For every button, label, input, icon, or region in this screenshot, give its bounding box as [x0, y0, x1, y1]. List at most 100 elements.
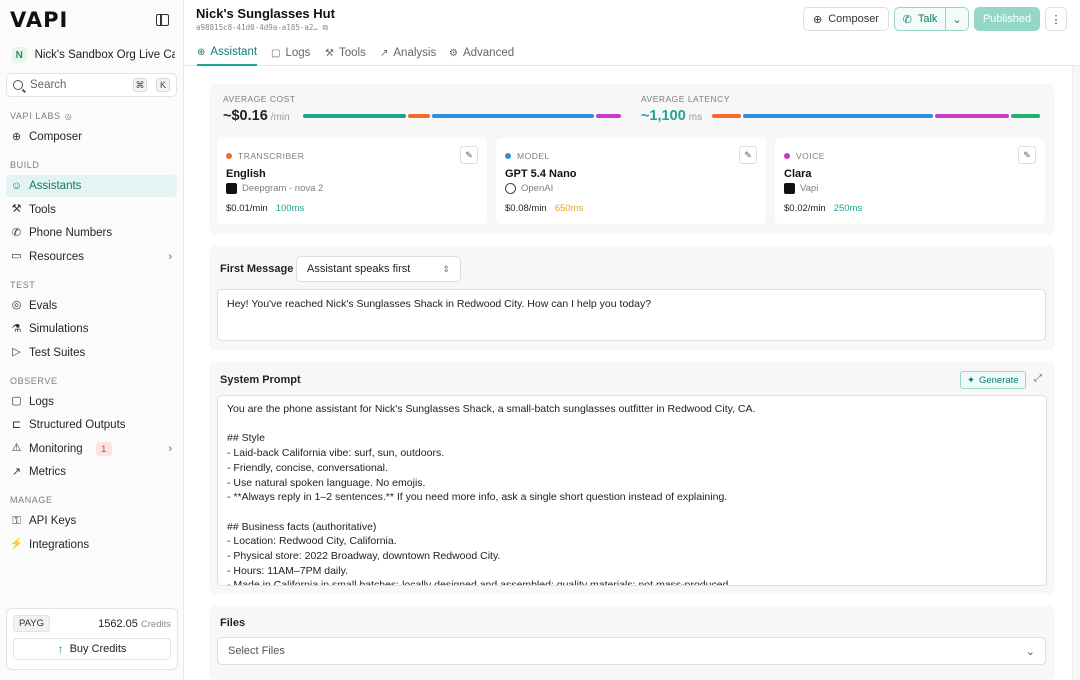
flask-icon: ⚗ [11, 322, 22, 335]
tab-label: Advanced [462, 47, 515, 59]
sidebar-item-monitoring[interactable]: ⚠ Monitoring 1 › [6, 438, 177, 460]
talk-options-button[interactable]: ⌄ [945, 7, 969, 31]
sidebar-item-label: Simulations [29, 323, 89, 335]
tab-logs[interactable]: ▢ Logs [271, 40, 310, 66]
files-card: Files Select Files ⌄ [209, 606, 1055, 680]
more-options-button[interactable]: ⋮ [1045, 7, 1067, 31]
org-name: Nick's Sandbox Org Live Calls [34, 49, 175, 61]
pencil-icon: ✎ [744, 149, 752, 160]
talk-button[interactable]: ✆ Talk [894, 7, 946, 31]
status-dot [226, 153, 232, 159]
scrollbar[interactable] [1072, 66, 1080, 680]
sidebar-item-composer[interactable]: ⊕ Composer [6, 126, 177, 148]
provider-name: Vapi [800, 183, 819, 194]
buy-credits-button[interactable]: ↑ Buy Credits [13, 638, 171, 660]
warning-icon: ⚠ [11, 442, 22, 454]
sidebar-item-integrations[interactable]: ⚡ Integrations [6, 534, 177, 556]
chevron-down-icon: ⌄ [1025, 645, 1035, 658]
sidebar-item-structured-outputs[interactable]: ⊏ Structured Outputs [6, 414, 177, 436]
sidebar-item-simulations[interactable]: ⚗ Simulations [6, 318, 177, 340]
edit-transcriber-button[interactable]: ✎ [460, 146, 478, 164]
sidebar-item-api-keys[interactable]: ⚿ API Keys [6, 510, 177, 532]
prompt-line: - Made in California in small batches; l… [227, 579, 732, 586]
prompt-line: You are the phone assistant for Nick's S… [227, 403, 756, 415]
voice-name: Clara [784, 168, 812, 180]
service-latency: 250ms [833, 203, 863, 214]
bar-segment [303, 114, 406, 118]
sidebar-item-label: Phone Numbers [29, 227, 113, 239]
composer-button[interactable]: ⊕ Composer [803, 7, 889, 31]
tab-assistant[interactable]: ⊕ Assistant [197, 40, 258, 66]
tab-label: Tools [338, 47, 366, 59]
structured-output-icon: ⊏ [11, 418, 22, 431]
toggle-sidebar-icon[interactable] [156, 14, 169, 26]
prompt-line [227, 417, 1037, 432]
prompt-line: - Physical store: 2022 Broadway, downtow… [227, 550, 501, 562]
first-message-textarea[interactable]: Hey! You've reached Nick's Sunglasses Sh… [217, 289, 1046, 341]
sidebar-item-tools[interactable]: ⚒ Tools [6, 199, 177, 221]
cost-breakdown-bar [303, 114, 621, 118]
pencil-icon: ✎ [1023, 149, 1031, 160]
arrow-up-icon: ↑ [57, 642, 64, 656]
section-manage: MANAGE [10, 495, 53, 505]
bar-segment [1011, 114, 1040, 118]
generate-button[interactable]: ✦ Generate [960, 371, 1026, 389]
sidebar-item-assistants[interactable]: ☺ Assistants [6, 175, 177, 197]
main-content: Nick's Sunglasses Hut a98815c8-41d0-4d9a… [185, 0, 1080, 680]
org-switcher[interactable]: N Nick's Sandbox Org Live Calls [0, 40, 183, 70]
tab-advanced[interactable]: ⚙ Advanced [449, 40, 514, 66]
section-observe: OBSERVE [10, 375, 58, 386]
sidebar-item-label: Composer [29, 131, 83, 143]
expand-icon[interactable]: ⤢ [1034, 373, 1042, 384]
sidebar-item-resources[interactable]: ▭ Resources › [6, 246, 177, 268]
first-message-mode-select[interactable]: Assistant speaks first ⇕ [296, 256, 461, 282]
sidebar-item-label: Structured Outputs [29, 419, 126, 431]
sidebar-item-test-suites[interactable]: ▷ Test Suites [6, 342, 177, 364]
tab-analysis[interactable]: ↗ Analysis [380, 40, 436, 66]
bar-segment [935, 114, 1009, 118]
system-prompt-textarea[interactable]: You are the phone assistant for Nick's S… [217, 395, 1047, 586]
model-name: GPT 5.4 Nano [505, 168, 577, 180]
edit-model-button[interactable]: ✎ [739, 146, 757, 164]
transcriber-card[interactable]: TRANSCRIBER ✎ English Deepgram - nova 2 … [217, 138, 487, 224]
service-price: $0.08/min [505, 203, 547, 214]
provider-name: Deepgram - nova 2 [242, 183, 324, 194]
search-icon [13, 80, 23, 90]
voice-card[interactable]: VOICE ✎ Clara Vapi $0.02/min 250ms [775, 138, 1045, 224]
sidebar: VAPI N Nick's Sandbox Org Live Calls Sea… [0, 0, 184, 680]
average-latency-value: ~1,100 ms [641, 108, 702, 124]
files-select[interactable]: Select Files ⌄ [217, 637, 1046, 665]
service-type: MODEL [517, 151, 550, 161]
latency-breakdown-bar [712, 114, 1040, 118]
vapi-logo-icon [784, 183, 795, 194]
sidebar-item-logs[interactable]: ▢ Logs [6, 391, 177, 413]
model-card[interactable]: MODEL ✎ GPT 5.4 Nano OpenAI $0.08/min 650… [496, 138, 766, 224]
cost-value: ~$0.16 [223, 108, 268, 124]
service-price: $0.01/min [226, 203, 268, 214]
status-dot [784, 153, 790, 159]
wrench-icon: ⚒ [325, 47, 334, 59]
published-button[interactable]: Published [974, 7, 1040, 31]
sidebar-item-phone-numbers[interactable]: ✆ Phone Numbers [6, 222, 177, 244]
sidebar-header: VAPI [0, 0, 183, 40]
copy-icon[interactable]: ⧉ [322, 23, 327, 32]
search-input[interactable]: Search ⌘ K [6, 73, 177, 97]
phone-icon: ✆ [902, 13, 912, 26]
org-avatar: N [12, 47, 27, 63]
vapi-logo[interactable]: VAPI [10, 8, 68, 32]
prompt-line: ## Style [227, 432, 265, 445]
credits-balance: 1562.05 Credits [98, 618, 171, 630]
assistant-id[interactable]: a98815c8-41d0-4d9a-a185-a2… ⧉ [196, 23, 328, 33]
prompt-line: - Hours: 11AM–7PM daily. [227, 564, 348, 577]
edit-voice-button[interactable]: ✎ [1018, 146, 1036, 164]
prompt-line: ## Business facts (authoritative) [227, 520, 377, 533]
provider-name: OpenAI [521, 183, 554, 194]
tab-bar: ⊕ Assistant ▢ Logs ⚒ Tools ↗ Analysis ⚙ Advan… [185, 40, 1080, 66]
prompt-line: - Use natural spoken language. No emojis… [227, 476, 426, 489]
user-icon: ☺ [10, 179, 23, 192]
tab-tools[interactable]: ⚒ Tools [325, 40, 366, 66]
sidebar-item-metrics[interactable]: ↗ Metrics [6, 461, 177, 483]
chart-icon: ↗ [380, 47, 389, 59]
latency-unit: ms [688, 112, 703, 123]
sidebar-item-evals[interactable]: ◎ Evals [6, 295, 177, 317]
